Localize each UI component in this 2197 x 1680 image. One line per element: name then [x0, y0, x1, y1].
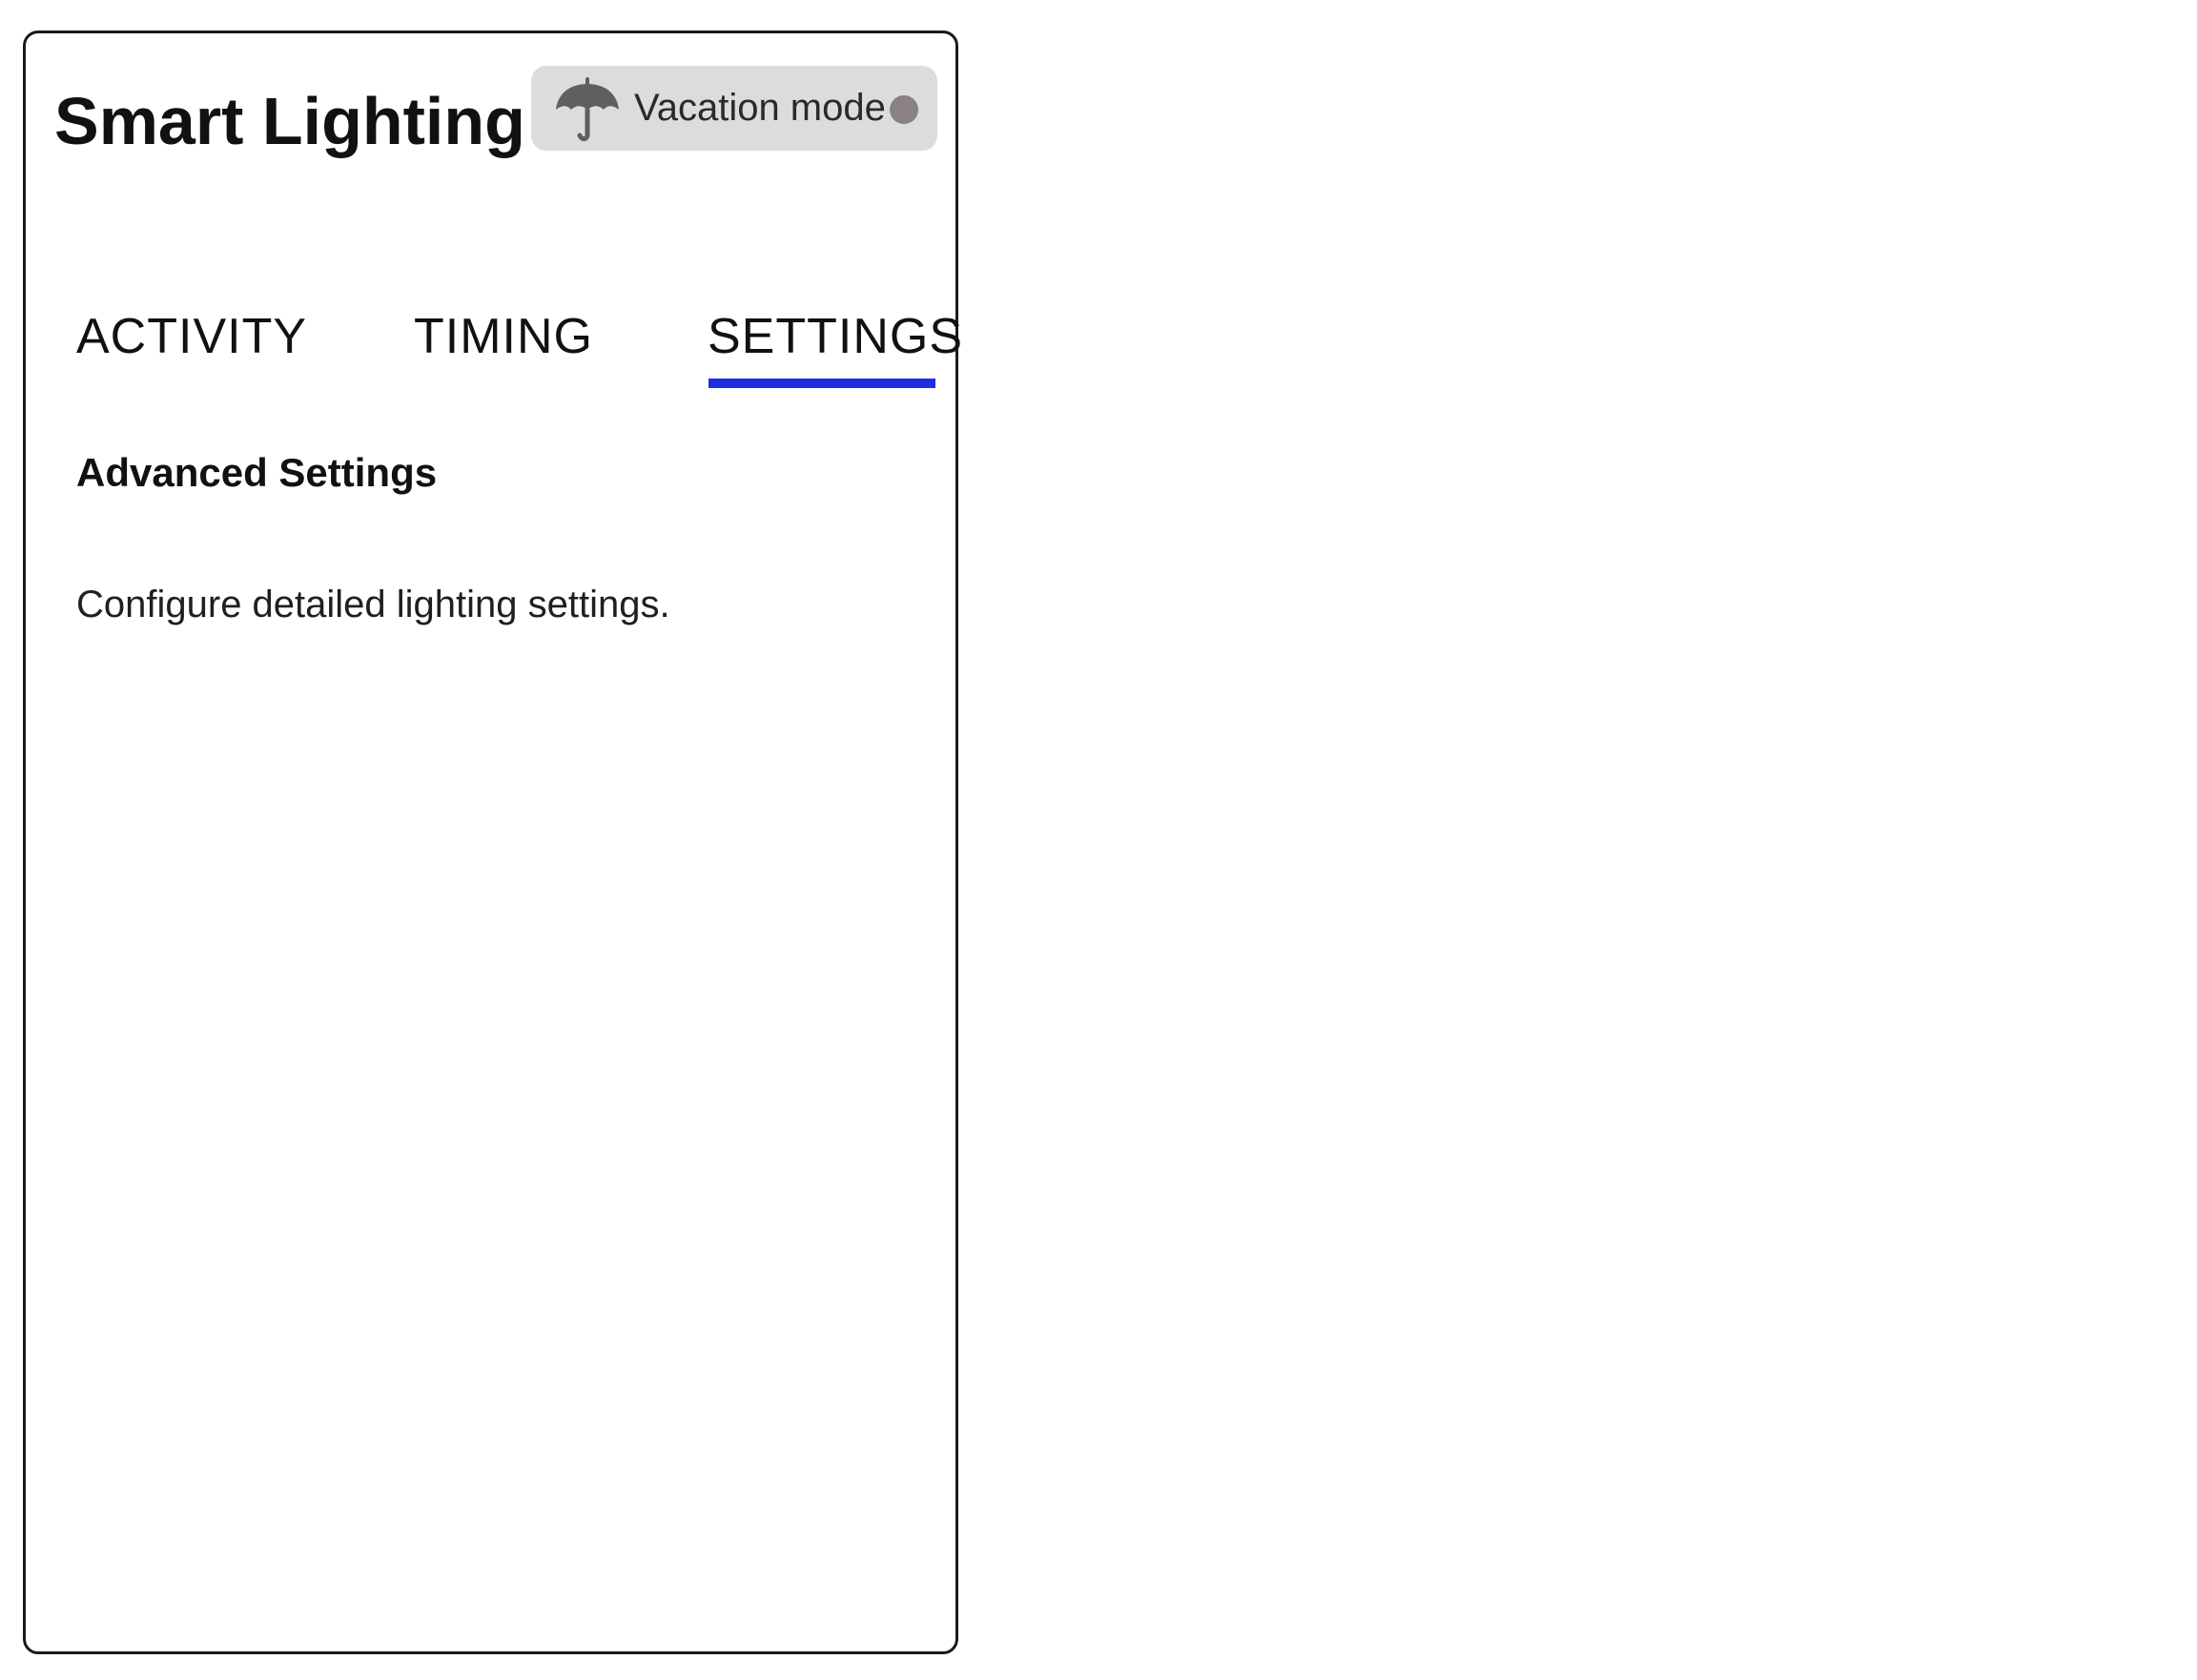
tab-bar: ACTIVITY TIMING SETTINGS	[26, 277, 962, 391]
umbrella-icon	[556, 77, 619, 142]
app-title: Smart Lighting	[54, 84, 525, 158]
section-heading: Advanced Settings	[76, 450, 438, 495]
vacation-mode-status-dot	[890, 95, 918, 124]
panel-header: Smart Lighting Vacation mode	[26, 33, 955, 176]
tab-activity[interactable]: ACTIVITY	[76, 307, 307, 366]
section-description: Configure detailed lighting settings.	[76, 584, 670, 625]
tab-settings[interactable]: SETTINGS	[708, 307, 963, 366]
vacation-mode-toggle[interactable]: Vacation mode	[531, 66, 937, 151]
vacation-mode-label: Vacation mode	[634, 87, 886, 129]
active-tab-indicator	[708, 379, 935, 388]
smart-lighting-panel: Smart Lighting Vacation mode ACTIVITY TI…	[23, 31, 962, 1654]
tab-timing[interactable]: TIMING	[414, 307, 593, 366]
